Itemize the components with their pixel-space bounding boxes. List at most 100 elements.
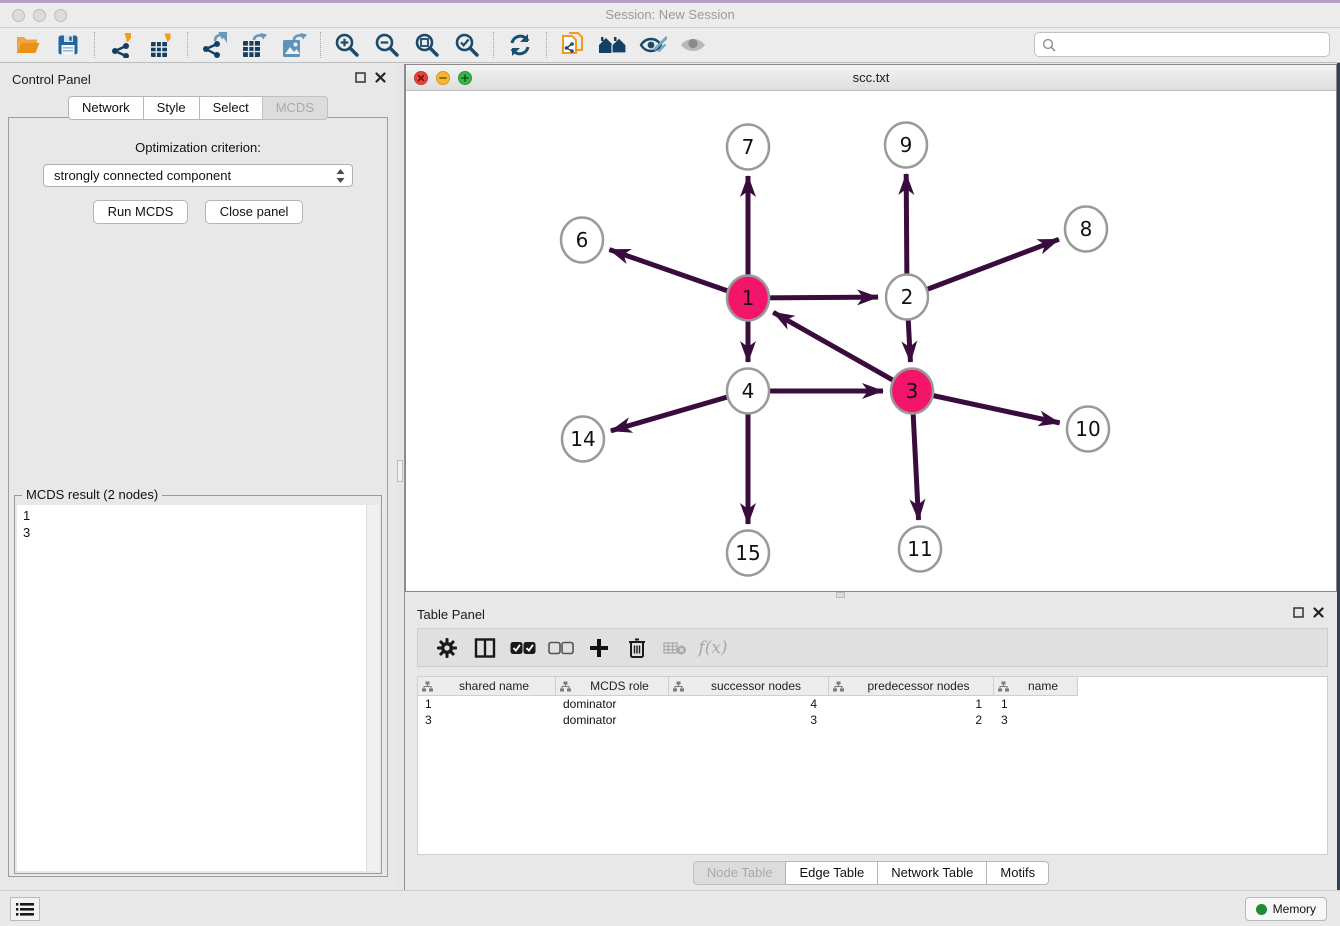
memory-label: Memory <box>1273 902 1316 916</box>
zoom-selected-icon[interactable] <box>447 30 487 60</box>
tab-node-table[interactable]: Node Table <box>693 861 787 885</box>
tab-style[interactable]: Style <box>143 96 200 120</box>
optimization-criterion-select[interactable]: strongly connected component <box>43 164 353 187</box>
zoom-out-icon[interactable] <box>367 30 407 60</box>
main-toolbar <box>0 28 1340 63</box>
network-file-icon[interactable] <box>553 30 593 60</box>
node-6[interactable]: 6 <box>561 218 603 263</box>
table-row[interactable]: 3dominator323 <box>418 712 1327 728</box>
table-panel: Table Panel f(x) shared n <box>405 599 1337 890</box>
node-4[interactable]: 4 <box>727 369 769 414</box>
cell-name[interactable]: 1 <box>994 696 1078 712</box>
cell-name[interactable]: 3 <box>994 712 1078 728</box>
divider-handle[interactable] <box>836 592 845 598</box>
run-mcds-button[interactable]: Run MCDS <box>93 200 189 224</box>
delete-column-icon[interactable] <box>618 633 656 663</box>
mcds-result-text: 1 3 <box>17 505 366 871</box>
first-neighbors-icon[interactable] <box>593 30 633 60</box>
save-icon[interactable] <box>48 30 88 60</box>
cell-MCDS-role[interactable]: dominator <box>556 696 669 712</box>
cell-predecessor-nodes[interactable]: 2 <box>829 712 994 728</box>
column-header-shared-name[interactable]: shared name <box>418 677 556 696</box>
optimization-criterion-label: Optimization criterion: <box>9 140 387 155</box>
delete-table-icon <box>656 633 694 663</box>
column-header-name[interactable]: name <box>994 677 1078 696</box>
node-9[interactable]: 9 <box>885 123 927 168</box>
node-10[interactable]: 10 <box>1067 407 1109 452</box>
edge-2-8[interactable] <box>907 239 1059 297</box>
hide-selected-icon[interactable] <box>633 30 673 60</box>
cell-successor-nodes[interactable]: 3 <box>669 712 829 728</box>
tab-select[interactable]: Select <box>199 96 263 120</box>
show-all-icon[interactable] <box>673 30 713 60</box>
node-3[interactable]: 3 <box>891 369 933 414</box>
import-network-icon[interactable] <box>101 30 141 60</box>
mcds-panel: Optimization criterion: strongly connect… <box>8 117 388 877</box>
tab-edge-table[interactable]: Edge Table <box>785 861 878 885</box>
cell-MCDS-role[interactable]: dominator <box>556 712 669 728</box>
select-all-rows-icon[interactable] <box>504 633 542 663</box>
cell-shared-name[interactable]: 1 <box>418 696 556 712</box>
mcds-result-textarea[interactable]: 1 3 <box>17 505 379 871</box>
float-panel-icon[interactable] <box>1293 607 1304 618</box>
cell-predecessor-nodes[interactable]: 1 <box>829 696 994 712</box>
node-8[interactable]: 8 <box>1065 207 1107 252</box>
settings-gear-icon[interactable] <box>428 633 466 663</box>
svg-text:7: 7 <box>742 135 755 159</box>
node-7[interactable]: 7 <box>727 125 769 170</box>
svg-text:4: 4 <box>742 379 755 403</box>
table-row[interactable]: 1dominator411 <box>418 696 1327 712</box>
edge-3-1[interactable] <box>773 312 912 391</box>
search-input[interactable] <box>1061 37 1329 52</box>
task-history-button[interactable] <box>10 897 40 921</box>
svg-text:14: 14 <box>570 427 595 451</box>
column-header-MCDS-role[interactable]: MCDS role <box>556 677 669 696</box>
node-table[interactable]: shared nameMCDS rolesuccessor nodesprede… <box>417 676 1328 855</box>
add-column-icon[interactable] <box>580 633 618 663</box>
float-panel-icon[interactable] <box>355 72 366 83</box>
node-11[interactable]: 11 <box>899 527 941 572</box>
export-image-icon[interactable] <box>274 30 314 60</box>
node-2[interactable]: 2 <box>886 275 928 320</box>
control-panel-tabs: NetworkStyleSelectMCDS <box>68 96 328 120</box>
toolbar-separator <box>546 32 547 58</box>
column-visibility-icon[interactable] <box>466 633 504 663</box>
node-14[interactable]: 14 <box>562 417 604 462</box>
close-panel-icon[interactable] <box>375 72 386 83</box>
node-1[interactable]: 1 <box>727 276 769 321</box>
column-type-icon <box>673 681 684 692</box>
vertical-split-divider[interactable] <box>396 64 405 890</box>
memory-button[interactable]: Memory <box>1245 897 1327 921</box>
refresh-icon[interactable] <box>500 30 540 60</box>
svg-text:10: 10 <box>1075 417 1100 441</box>
toolbar-separator <box>493 32 494 58</box>
close-panel-button[interactable]: Close panel <box>205 200 304 224</box>
cell-successor-nodes[interactable]: 4 <box>669 696 829 712</box>
result-scrollbar[interactable] <box>366 505 379 871</box>
tab-mcds[interactable]: MCDS <box>262 96 328 120</box>
mcds-result-group: MCDS result (2 nodes) 1 3 <box>14 495 382 874</box>
divider-handle[interactable] <box>397 460 403 482</box>
zoom-fit-icon[interactable] <box>407 30 447 60</box>
search-field[interactable] <box>1034 32 1330 57</box>
tab-network[interactable]: Network <box>68 96 144 120</box>
tab-motifs[interactable]: Motifs <box>986 861 1049 885</box>
import-table-icon[interactable] <box>141 30 181 60</box>
horizontal-split-divider[interactable] <box>405 592 1337 599</box>
node-15[interactable]: 15 <box>727 531 769 576</box>
deselect-all-rows-icon[interactable] <box>542 633 580 663</box>
window-title: Session: New Session <box>0 7 1340 22</box>
table-toolbar: f(x) <box>417 628 1328 667</box>
column-header-predecessor-nodes[interactable]: predecessor nodes <box>829 677 994 696</box>
tab-network-table[interactable]: Network Table <box>877 861 987 885</box>
edge-3-10[interactable] <box>912 391 1060 423</box>
network-canvas[interactable]: 7 9 6 8 1 2 4 3 14 10 15 11 <box>406 91 1336 591</box>
open-folder-icon[interactable] <box>8 30 48 60</box>
chevron-up-down-icon <box>335 168 346 190</box>
export-network-icon[interactable] <box>194 30 234 60</box>
column-header-successor-nodes[interactable]: successor nodes <box>669 677 829 696</box>
zoom-in-icon[interactable] <box>327 30 367 60</box>
export-table-icon[interactable] <box>234 30 274 60</box>
cell-shared-name[interactable]: 3 <box>418 712 556 728</box>
close-panel-icon[interactable] <box>1313 607 1324 618</box>
